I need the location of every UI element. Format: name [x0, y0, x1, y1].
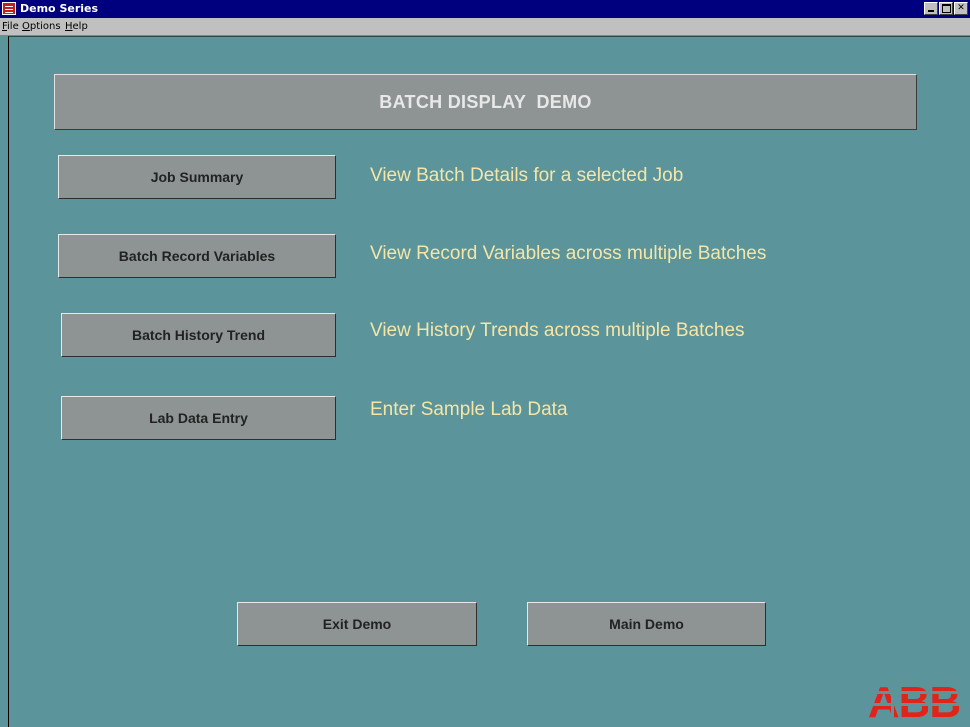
- title-bar: Demo Series ✕: [0, 0, 970, 18]
- main-demo-button[interactable]: Main Demo: [527, 602, 766, 646]
- window-title: Demo Series: [20, 2, 99, 15]
- minimize-icon[interactable]: [924, 2, 938, 15]
- menu-file[interactable]: File: [2, 21, 19, 32]
- menu-bar: File Options Help: [0, 18, 970, 35]
- menu-options[interactable]: Options: [22, 21, 61, 32]
- menu-help[interactable]: Help: [65, 21, 88, 32]
- job-summary-description: View Batch Details for a selected Job: [370, 165, 684, 186]
- exit-demo-button[interactable]: Exit Demo: [237, 602, 477, 646]
- batch-record-variables-description: View Record Variables across multiple Ba…: [370, 243, 767, 264]
- lab-data-entry-button[interactable]: Lab Data Entry: [61, 396, 336, 440]
- batch-record-variables-button[interactable]: Batch Record Variables: [58, 234, 336, 278]
- app-icon[interactable]: [2, 2, 16, 15]
- maximize-icon[interactable]: [939, 2, 953, 15]
- close-icon[interactable]: ✕: [954, 2, 968, 15]
- page-title: BATCH DISPLAY DEMO: [54, 74, 917, 130]
- batch-history-trend-button[interactable]: Batch History Trend: [61, 313, 336, 357]
- window-controls: ✕: [923, 2, 968, 15]
- job-summary-button[interactable]: Job Summary: [58, 155, 336, 199]
- svg-text:ABB: ABB: [868, 678, 960, 727]
- abb-logo-graphic: ABB: [858, 674, 970, 727]
- abb-logo: ABB: [858, 674, 970, 727]
- client-area: [8, 36, 970, 727]
- batch-history-trend-description: View History Trends across multiple Batc…: [370, 320, 745, 341]
- lab-data-entry-description: Enter Sample Lab Data: [370, 399, 568, 420]
